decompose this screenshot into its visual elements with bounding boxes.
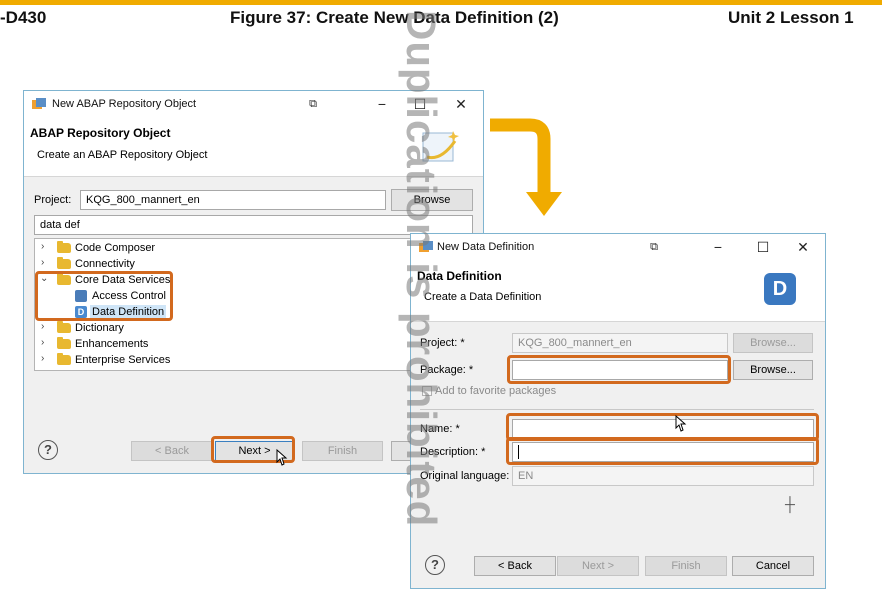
browse-project-button: Browse...: [733, 333, 813, 353]
chevron-right-icon[interactable]: ›: [41, 257, 51, 268]
cancel-button[interactable]: Cancel: [732, 556, 814, 576]
dialog2-banner-subtitle: Create a Data Definition: [424, 291, 542, 303]
highlight-core-data-services: [35, 271, 173, 321]
top-accent-bar: [0, 0, 882, 5]
mouse-pointer-icon: [273, 448, 289, 468]
restore-icon[interactable]: ⧉: [645, 238, 663, 256]
data-definition-logo-icon: D: [764, 273, 796, 305]
restore-icon[interactable]: ⧉: [304, 95, 322, 113]
project-label: Project: *: [420, 337, 465, 349]
tree-item-dictionary[interactable]: › Dictionary: [35, 321, 335, 337]
browse-package-button[interactable]: Browse...: [733, 360, 813, 380]
dialog1-banner-subtitle: Create an ABAP Repository Object: [37, 149, 208, 161]
tree-item-enhancements[interactable]: › Enhancements: [35, 337, 335, 353]
new-data-definition-dialog: New Data Definition ⧉ − ☐ ✕ Data Definit…: [410, 233, 826, 589]
maximize-icon[interactable]: ☐: [754, 238, 772, 256]
filter-input[interactable]: data def: [34, 215, 473, 235]
add-favorite-checkbox[interactable]: [422, 386, 432, 396]
abap-app-icon: [419, 241, 433, 253]
crosshair-icon: ┼: [785, 496, 795, 512]
flow-arrow-icon: [488, 114, 568, 218]
back-button[interactable]: < Back: [131, 441, 213, 461]
finish-button[interactable]: Finish: [645, 556, 727, 576]
minimize-icon[interactable]: −: [373, 95, 391, 113]
close-icon[interactable]: ✕: [794, 238, 812, 256]
dialog2-banner-title: Data Definition: [417, 269, 502, 283]
project-input[interactable]: KQG_800_mannert_en: [80, 190, 386, 210]
next-button[interactable]: Next >: [557, 556, 639, 576]
tree-item-label: Dictionary: [75, 322, 124, 334]
folder-icon: [57, 353, 71, 365]
help-icon[interactable]: ?: [38, 440, 58, 460]
tree-item-code-composer[interactable]: › Code Composer: [35, 241, 335, 257]
maximize-icon[interactable]: ☐: [411, 95, 429, 113]
chevron-right-icon[interactable]: ›: [41, 353, 51, 364]
chevron-right-icon[interactable]: ›: [41, 321, 51, 332]
original-language-label: Original language:: [420, 470, 510, 482]
dialog1-banner-title: ABAP Repository Object: [30, 126, 171, 140]
description-label: Description: *: [420, 446, 486, 458]
figure-title: Figure 37: Create New Data Definition (2…: [230, 8, 559, 27]
wizard-graphic-icon: [421, 127, 461, 167]
folder-icon: [57, 337, 71, 349]
package-label: Package: *: [420, 364, 474, 376]
tree-item-label: Connectivity: [75, 258, 135, 270]
original-language-input: EN: [512, 466, 814, 486]
add-favorite-label: Add to favorite packages: [435, 385, 557, 397]
tree-item-label: Enterprise Services: [75, 354, 171, 366]
highlight-package-field: [507, 355, 731, 384]
folder-icon: [57, 241, 71, 253]
dialog2-banner: Data Definition Create a Data Definition…: [411, 260, 825, 322]
help-icon[interactable]: ?: [425, 555, 445, 575]
browse-button[interactable]: Browse: [391, 189, 473, 211]
dialog2-title: New Data Definition: [437, 241, 535, 253]
mouse-pointer-icon: [673, 414, 689, 434]
dialog1-banner: ABAP Repository Object Create an ABAP Re…: [24, 117, 483, 177]
name-label: Name: *: [420, 423, 460, 435]
separator: [420, 409, 814, 410]
course-code: -D430: [0, 8, 47, 27]
minimize-icon[interactable]: −: [709, 238, 727, 256]
close-icon[interactable]: ✕: [452, 95, 470, 113]
abap-app-icon: [32, 98, 46, 110]
highlight-description-field: [506, 437, 819, 465]
project-label: Project:: [34, 194, 72, 206]
back-button[interactable]: < Back: [474, 556, 556, 576]
finish-button[interactable]: Finish: [302, 441, 383, 461]
chevron-right-icon[interactable]: ›: [41, 241, 51, 252]
lesson-label: Unit 2 Lesson 1: [728, 8, 854, 27]
dialog2-titlebar: New Data Definition ⧉ − ☐ ✕: [411, 234, 825, 260]
tree-item-enterprise-services[interactable]: › Enterprise Services: [35, 353, 335, 369]
tree-item-label: Code Composer: [75, 242, 156, 254]
dialog1-titlebar: New ABAP Repository Object ⧉ − ☐ ✕: [24, 91, 483, 117]
project-input: KQG_800_mannert_en: [512, 333, 728, 353]
dialog1-title: New ABAP Repository Object: [52, 98, 197, 110]
chevron-right-icon[interactable]: ›: [41, 337, 51, 348]
folder-icon: [57, 257, 71, 269]
folder-icon: [57, 321, 71, 333]
tree-item-label: Enhancements: [75, 338, 149, 350]
